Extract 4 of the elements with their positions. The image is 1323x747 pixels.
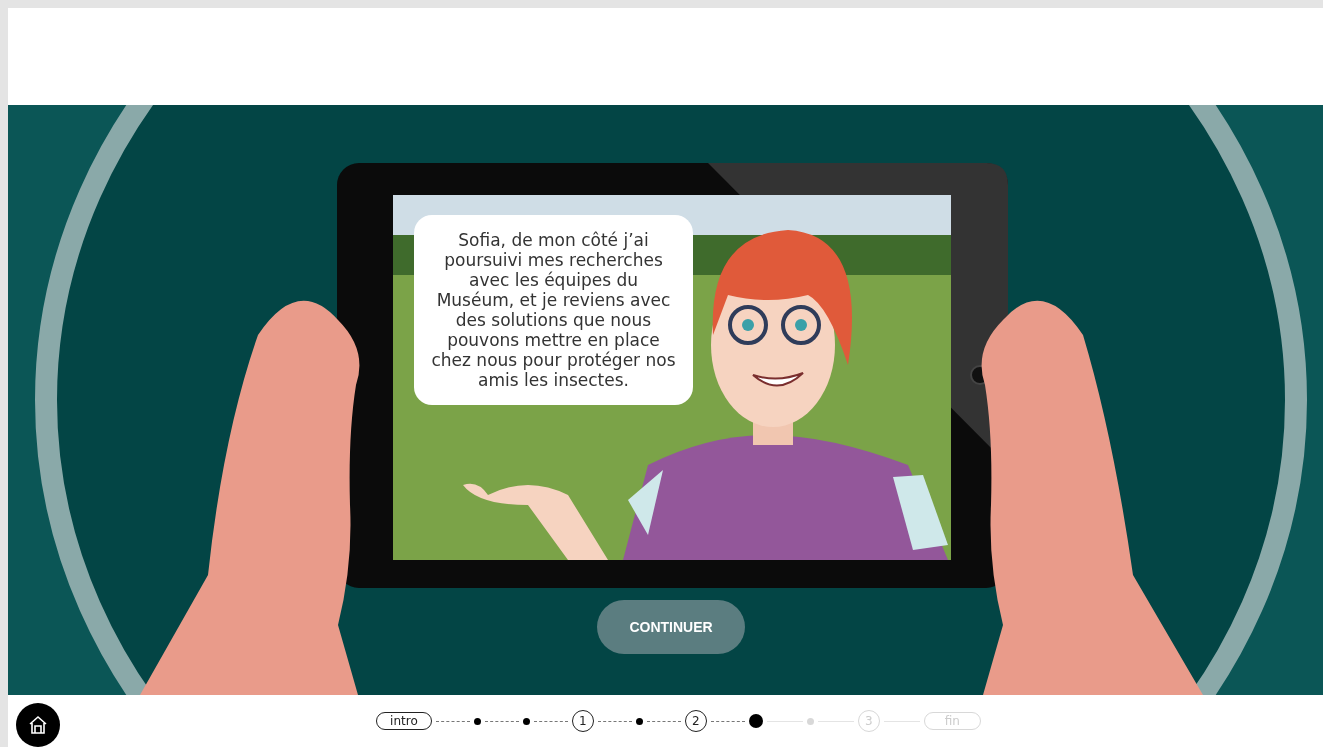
home-icon xyxy=(27,714,49,736)
dialogue-text: Sofia, de mon côté j’ai poursuivi mes recherches avec les équipes du Muséum, et je reviens avec des solutions que nous pouvons mettre en place chez nous pour protéger nos amis les insectes. xyxy=(430,230,677,390)
home-button[interactable] xyxy=(16,703,60,747)
continue-button[interactable]: CONTINUER xyxy=(597,600,745,654)
